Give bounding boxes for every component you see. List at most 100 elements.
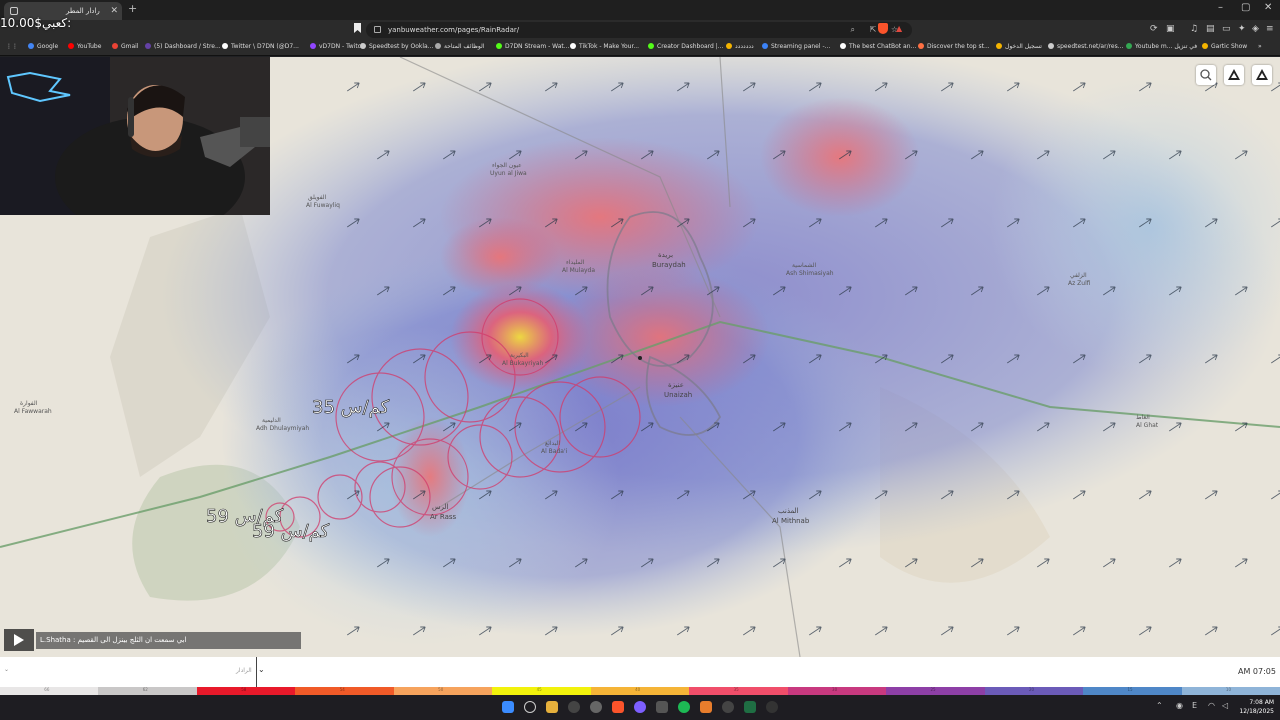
bookmark-favicon-icon [570, 43, 576, 49]
search-icon [1200, 69, 1212, 81]
bookmark-item[interactable]: TikTok - Make Your... [570, 43, 639, 50]
bookmark-favicon-icon [648, 43, 654, 49]
bookmark-label: Google [37, 43, 59, 50]
mountain-icon [1256, 69, 1268, 80]
map-layer-button[interactable] [1224, 65, 1244, 85]
bookmark-favicon-icon [360, 43, 366, 49]
legend-swatch: 20 [984, 687, 1084, 695]
apps-icon[interactable]: ⋮⋮ [6, 43, 18, 50]
start-icon[interactable] [502, 701, 514, 713]
vpn-icon[interactable]: ◈ [1252, 24, 1259, 34]
app-icon[interactable] [656, 701, 668, 713]
legend-value: 62 [142, 687, 148, 692]
app-icon[interactable] [590, 701, 602, 713]
legend-swatch: 30 [787, 687, 887, 695]
bookmark-item[interactable]: Twitter \ D7DN (@D7... [222, 43, 299, 50]
legend-value: 45 [536, 687, 542, 692]
bookmark-item[interactable]: speedtest.net/ar/res... [1048, 43, 1123, 50]
bookmark-favicon-icon [1126, 43, 1132, 49]
bookmark-favicon-icon [1048, 43, 1054, 49]
brave-shields-icon[interactable] [878, 23, 888, 34]
spotify-icon[interactable] [678, 701, 690, 713]
wifi-icon[interactable]: ◠ [1208, 701, 1215, 710]
close-tab-icon[interactable]: ✕ [110, 2, 118, 20]
bookmark-item[interactable]: The best ChatBot an... [840, 43, 916, 50]
bookmark-item[interactable]: Speedtest by Ookla... [360, 43, 433, 50]
legend-swatch: 66 [0, 687, 99, 695]
bookmark-favicon-icon [68, 43, 74, 49]
brave-icon[interactable] [612, 701, 624, 713]
layer-select[interactable]: الرادار [236, 667, 252, 674]
app-icon[interactable] [722, 701, 734, 713]
bookmark-icon[interactable] [354, 23, 361, 33]
bookmark-item[interactable]: Streaming panel -... [762, 43, 830, 50]
bookmark-item[interactable]: ددددددد [726, 43, 754, 50]
map-search-button[interactable] [1196, 65, 1216, 85]
bookmark-item[interactable]: Gartic Show [1202, 43, 1247, 50]
file-explorer-icon[interactable] [546, 701, 558, 713]
chat-user: L.Shatha [40, 636, 71, 644]
place-label-en: Al Fawwarah [14, 408, 52, 415]
minimize-icon[interactable]: – [1218, 2, 1223, 13]
bookmark-item[interactable]: تسجيل الدخول [996, 43, 1042, 50]
maximize-icon[interactable]: ▢ [1241, 2, 1250, 13]
bookmark-item[interactable]: Discover the top st... [918, 43, 990, 50]
new-tab-button[interactable]: + [128, 2, 137, 15]
tab-bar: رادار المطر ✕ + – ▢ ✕ [0, 0, 1280, 20]
address-bar: yanbuweather.com/pages/RainRadar/ ⌕ ⇱ ☆ … [0, 20, 1280, 40]
network-icon[interactable]: ◉ [1176, 701, 1183, 710]
extensions-icon[interactable]: ✦ [1238, 24, 1246, 34]
bookmark-item[interactable]: D7DN Stream - Wat... [496, 43, 569, 50]
play-icon[interactable] [4, 629, 34, 651]
bookmark-item[interactable]: Gmail [112, 43, 139, 50]
timeline-bar: ⌄ الرادار ⌄ AM 07:05 [0, 657, 1280, 687]
url-field[interactable]: yanbuweather.com/pages/RainRadar/ ⌕ ⇱ ☆ [366, 22, 912, 38]
bookmark-label: Creator Dashboard |... [657, 43, 724, 50]
language-icon[interactable]: E [1192, 701, 1197, 710]
place-label-en: Uyun al Jiwa [490, 170, 527, 177]
city-label-ar: بريدة [658, 251, 673, 259]
place-label-ar: البكيرية [510, 352, 529, 359]
map-style-button[interactable] [1252, 65, 1272, 85]
brave-rewards-icon[interactable]: ▲ [896, 24, 902, 33]
discord-icon[interactable] [634, 701, 646, 713]
bookmark-item[interactable]: Youtube m... في تنزيل [1126, 43, 1197, 50]
city-label-en: Al Mithnab [772, 517, 810, 525]
place-label-en: Al Fuwayliq [306, 202, 340, 209]
bookmark-item[interactable]: YouTube [68, 43, 101, 50]
bookmark-item[interactable]: Google [28, 43, 58, 50]
obs-icon[interactable] [568, 701, 580, 713]
media-icon[interactable]: ♫ [1190, 24, 1198, 34]
menu-icon[interactable]: ≡ [1266, 24, 1274, 34]
wallet-icon[interactable]: ▭ [1222, 24, 1231, 34]
streamer-video [0, 57, 270, 215]
bookmark-label: (5) Dashboard / Stre... [154, 43, 221, 50]
legend-swatch: 40 [590, 687, 690, 695]
bookmark-item[interactable]: الوظائف المتاحة [435, 43, 485, 50]
sidebar-icon[interactable]: ▤ [1206, 24, 1215, 34]
bookmark-item[interactable]: Creator Dashboard |... [648, 43, 724, 50]
app-icon[interactable] [766, 701, 778, 713]
city-label-ar: الرس [432, 503, 449, 511]
screenshot-icon[interactable]: ▣ [1166, 24, 1175, 34]
app-icon[interactable] [700, 701, 712, 713]
more-bookmarks-icon[interactable]: » [1258, 43, 1262, 50]
bookmark-favicon-icon [435, 43, 441, 49]
chevron-down-icon[interactable]: ⌄ [258, 665, 265, 674]
extension-icon[interactable]: ⟳ [1150, 24, 1158, 34]
system-clock[interactable]: 7:08 AM 12/18/2025 [1239, 698, 1274, 716]
search-icon[interactable] [524, 701, 536, 713]
bookmark-favicon-icon [28, 43, 34, 49]
bookmark-label: D7DN Stream - Wat... [505, 43, 570, 50]
volume-icon[interactable]: ◁ [1222, 701, 1228, 710]
collapse-icon[interactable]: ⌄ [4, 666, 9, 673]
tray-chevron-icon[interactable]: ⌃ [1156, 701, 1163, 710]
excel-icon[interactable] [744, 701, 756, 713]
rain-cell [760, 97, 920, 217]
bookmark-item[interactable]: (5) Dashboard / Stre... [145, 43, 221, 50]
close-window-icon[interactable]: ✕ [1264, 2, 1272, 13]
location-marker [638, 356, 642, 360]
site-info-icon[interactable] [374, 26, 381, 33]
bookmark-item[interactable]: vD7DN - Twitch [310, 43, 365, 50]
bookmark-label: ددددددد [735, 43, 754, 50]
